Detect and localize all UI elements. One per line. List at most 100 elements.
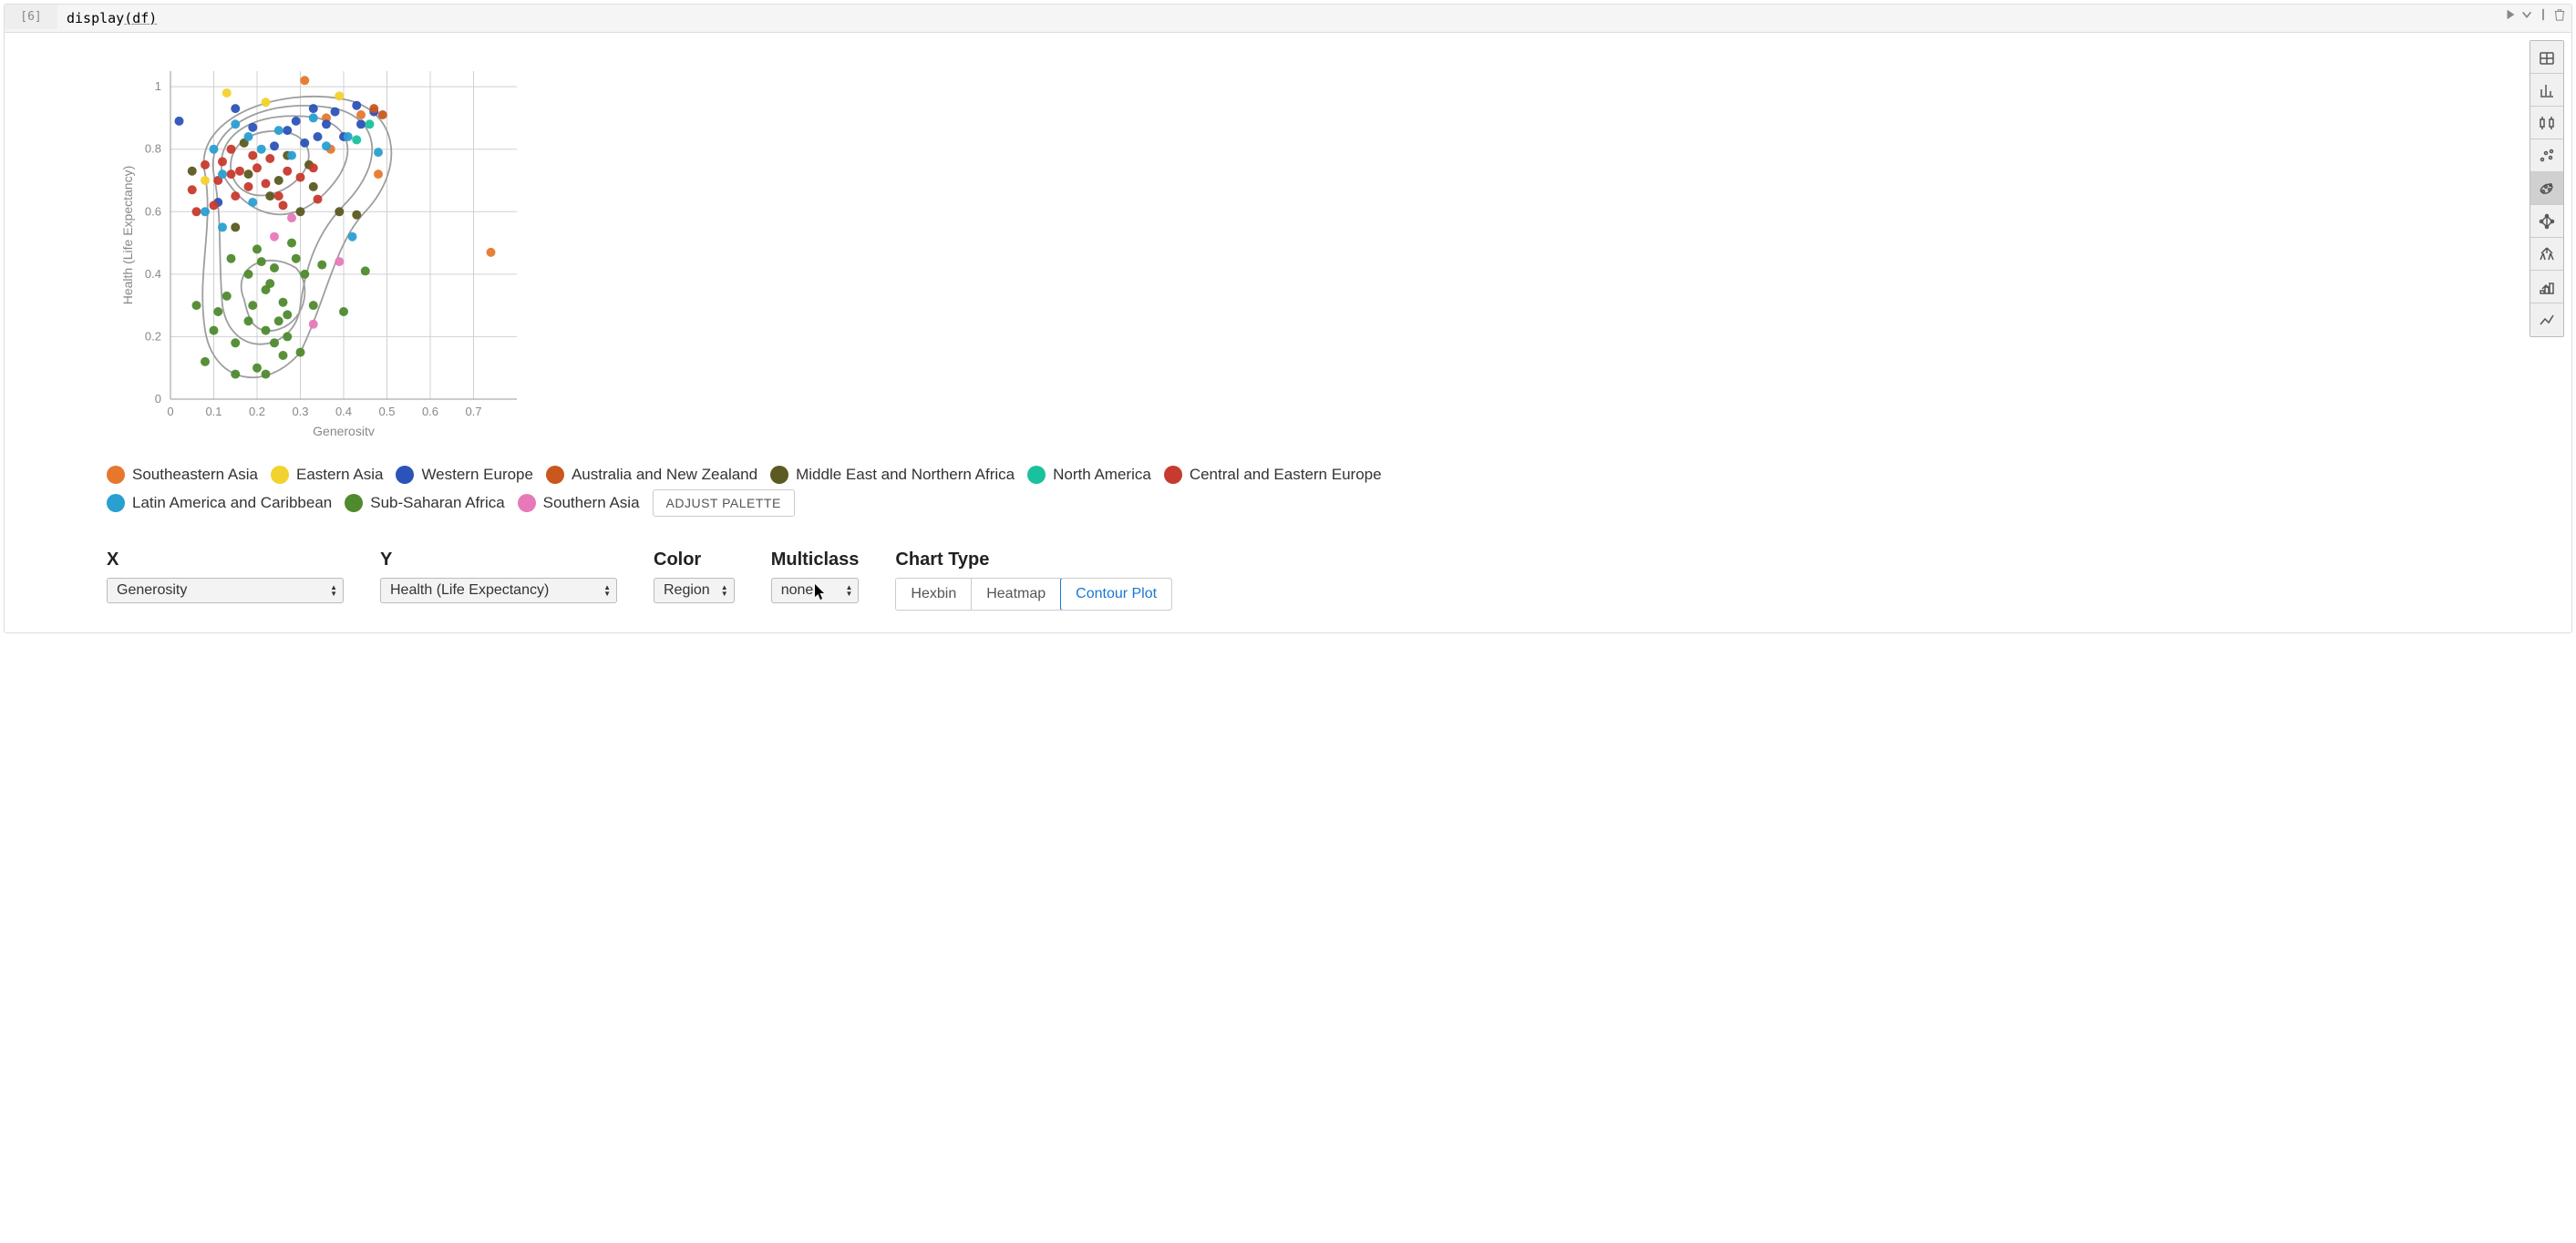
data-table-icon [2538, 48, 2556, 67]
legend-label: Central and Eastern Europe [1190, 466, 1382, 484]
color-control: Color Region ▲▼ [654, 550, 735, 603]
multiclass-control: Multiclass none ▲▼ [771, 550, 860, 603]
legend-label: Latin America and Caribbean [132, 494, 332, 512]
legend: Southeastern Asia Eastern Asia Western Eur… [107, 466, 1383, 517]
legend-label: Australia and New Zealand [572, 466, 757, 484]
color-label: Color [654, 550, 735, 570]
cell-prompt: [6] [5, 5, 57, 29]
chart-type-label: Chart Type [895, 550, 1172, 570]
svg-text:0.8: 0.8 [145, 142, 161, 156]
svg-text:0.3: 0.3 [292, 405, 308, 418]
legend-item[interactable]: Eastern Asia [271, 466, 383, 484]
legend-item[interactable]: Southeastern Asia [107, 466, 258, 484]
legend-label: Middle East and Northern Africa [796, 466, 1015, 484]
legend-item[interactable]: Middle East and Northern Africa [770, 466, 1015, 484]
legend-item[interactable]: Central and Eastern Europe [1164, 466, 1382, 484]
legend-item[interactable]: Western Europe [396, 466, 533, 484]
legend-swatch [770, 466, 788, 484]
svg-text:0.5: 0.5 [378, 405, 395, 418]
adjust-palette-button[interactable]: ADJUST PALETTE [653, 489, 795, 517]
updown-icon: ▲▼ [603, 584, 611, 597]
ranking-icon [2538, 278, 2556, 296]
multiclass-select[interactable]: none ▲▼ [771, 578, 860, 603]
notebook-cell: [6] display(df) 00.10.20.30.40.50.60.700… [4, 4, 2572, 633]
line-chart-icon [2538, 311, 2556, 329]
x-axis-control: X Generosity ▲▼ [107, 550, 344, 603]
legend-label: Eastern Asia [296, 466, 383, 484]
chart-type-heatmap[interactable]: Heatmap [972, 579, 1061, 610]
svg-text:0: 0 [155, 392, 161, 406]
y-axis-control: Y Health (Life Expectancy) ▲▼ [380, 550, 617, 603]
svg-text:1: 1 [155, 79, 161, 93]
svg-text:0: 0 [167, 405, 173, 418]
contour-scatter-plot: 0 0.1 0.2 0.3 0.4 0.5 0.6 0.7 0 0.2 0.4 0.6 0.8 1 Gene… [116, 44, 553, 449]
legend-swatch [518, 494, 536, 512]
legend-item[interactable]: Southern Asia [518, 494, 640, 512]
legend-swatch [396, 466, 414, 484]
svg-text:0.2: 0.2 [249, 405, 265, 418]
svg-text:0.2: 0.2 [145, 329, 161, 343]
legend-label: North America [1053, 466, 1151, 484]
contour-scatter-icon [2538, 180, 2556, 198]
multiclass-label: Multiclass [771, 550, 860, 570]
legend-label: Western Europe [421, 466, 533, 484]
svg-text:0.7: 0.7 [465, 405, 481, 418]
legend-item[interactable]: Latin America and Caribbean [107, 494, 332, 512]
updown-icon: ▲▼ [721, 584, 728, 597]
svg-text:0.6: 0.6 [145, 204, 161, 218]
boxplot-icon [2538, 114, 2556, 132]
svg-text:0.4: 0.4 [145, 267, 161, 281]
chart-type-hexbin[interactable]: Hexbin [896, 579, 972, 610]
chart-controls: X Generosity ▲▼ Y Health (Life Expectanc… [107, 550, 2561, 611]
svg-text:0.6: 0.6 [422, 405, 438, 418]
updown-icon: ▲▼ [845, 584, 852, 597]
network-icon [2538, 212, 2556, 231]
legend-swatch [1027, 466, 1046, 484]
color-select[interactable]: Region ▲▼ [654, 578, 735, 603]
bar-chart-tool[interactable] [2530, 74, 2563, 107]
run-icon[interactable] [2504, 8, 2517, 21]
line-chart-tool[interactable] [2530, 303, 2563, 336]
legend-label: Southeastern Asia [132, 466, 258, 484]
legend-swatch [345, 494, 363, 512]
legend-item[interactable]: Australia and New Zealand [546, 466, 757, 484]
data-table-tool[interactable] [2530, 41, 2563, 74]
divider-icon [2537, 8, 2550, 21]
boxplot-tool[interactable] [2530, 107, 2563, 139]
trash-icon[interactable] [2553, 8, 2566, 21]
legend-swatch [271, 466, 289, 484]
cursor-icon [814, 584, 827, 601]
y-select[interactable]: Health (Life Expectancy) ▲▼ [380, 578, 617, 603]
ranking-tool[interactable] [2530, 271, 2563, 303]
cell-output: 0 0.1 0.2 0.3 0.4 0.5 0.6 0.7 0 0.2 0.4 0.6 0.8 1 Gene… [5, 33, 2571, 632]
svg-text:0.4: 0.4 [335, 405, 352, 418]
tree-tool[interactable] [2530, 238, 2563, 271]
cell-controls [2504, 8, 2566, 21]
chart-type-toolbar [2530, 40, 2564, 337]
network-tool[interactable] [2530, 205, 2563, 238]
legend-swatch [107, 494, 125, 512]
scatter-tool[interactable] [2530, 139, 2563, 172]
legend-item[interactable]: Sub-Saharan Africa [345, 494, 504, 512]
chart-type-buttons: HexbinHeatmapContour Plot [895, 578, 1172, 611]
cell-code[interactable]: display(df) [57, 5, 2571, 32]
chart-type-contour-plot[interactable]: Contour Plot [1060, 578, 1172, 611]
svg-text:Generositv: Generositv [313, 424, 375, 438]
contour-scatter-tool[interactable] [2530, 172, 2563, 205]
chart-type-control: Chart Type HexbinHeatmapContour Plot [895, 550, 1172, 611]
legend-item[interactable]: North America [1027, 466, 1151, 484]
svg-text:Health (Life Expectancy): Health (Life Expectancy) [120, 166, 135, 305]
updown-icon: ▲▼ [330, 584, 337, 597]
tree-icon [2538, 245, 2556, 263]
svg-text:0.1: 0.1 [205, 405, 222, 418]
scatter-icon [2538, 147, 2556, 165]
legend-label: Southern Asia [543, 494, 640, 512]
x-label: X [107, 550, 344, 570]
legend-swatch [107, 466, 125, 484]
cell-header: [6] display(df) [5, 5, 2571, 33]
legend-label: Sub-Saharan Africa [370, 494, 504, 512]
bar-chart-icon [2538, 81, 2556, 99]
chevron-down-icon[interactable] [2520, 8, 2533, 21]
x-select[interactable]: Generosity ▲▼ [107, 578, 344, 603]
legend-swatch [1164, 466, 1182, 484]
